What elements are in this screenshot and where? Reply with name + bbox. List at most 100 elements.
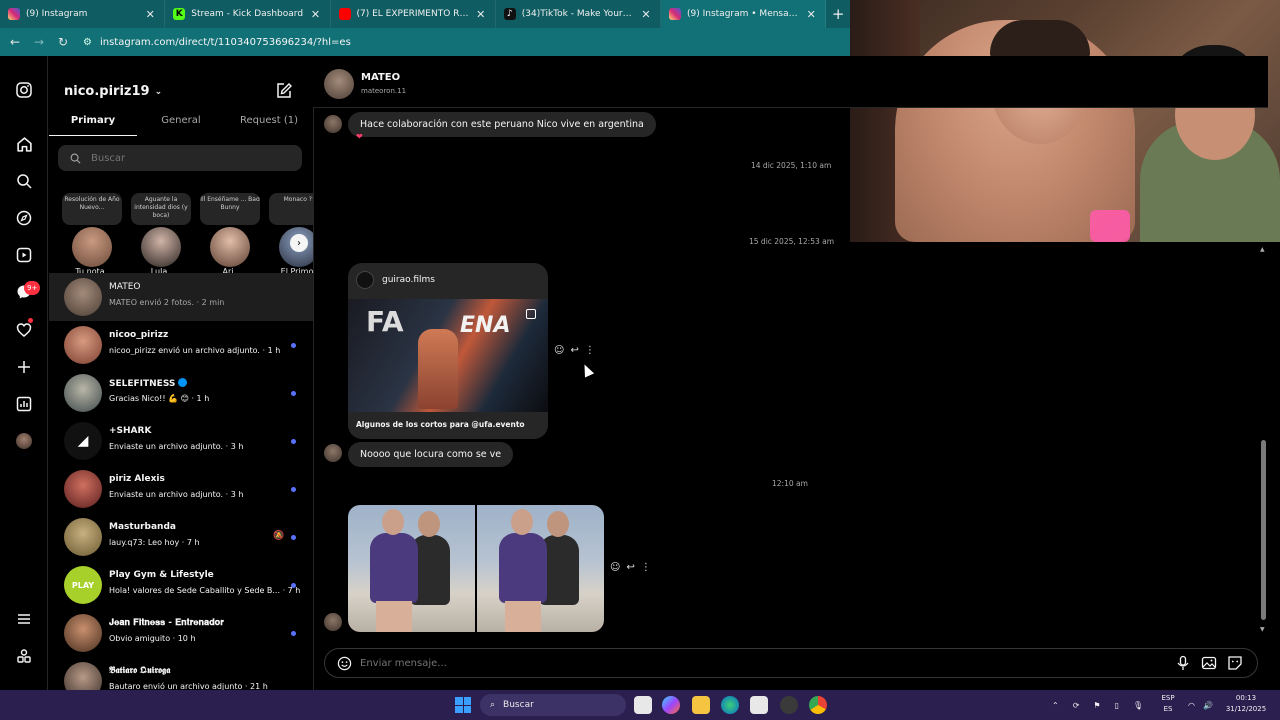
shared-post-media[interactable]: FA ENA xyxy=(348,299,548,412)
language-indicator[interactable]: ESP ES xyxy=(1158,693,1178,715)
url-field[interactable]: ⚙ instagram.com/direct/t/110340753696234… xyxy=(83,37,351,48)
message-bubble[interactable]: Noooo que locura como se ve xyxy=(348,442,514,467)
file-explorer-icon[interactable] xyxy=(692,696,710,714)
compose-message-icon[interactable] xyxy=(275,82,293,100)
close-tab-icon[interactable]: ✕ xyxy=(475,8,487,21)
message-input[interactable] xyxy=(360,657,1140,669)
conversation-item[interactable]: SELEFITNESS Gracias Nico!! 💪 😊 · 1 h xyxy=(49,369,313,417)
conversation-item[interactable]: piriz Alexis Enviaste un archivo adjunto… xyxy=(49,465,313,513)
reply-icon[interactable]: ↩ xyxy=(626,562,634,573)
windows-start-icon[interactable] xyxy=(455,697,471,713)
heart-reaction-icon[interactable]: ❤ xyxy=(356,132,363,141)
new-tab-button[interactable]: + xyxy=(826,0,850,28)
volume-icon[interactable]: 🔊 xyxy=(1203,701,1213,710)
emoji-icon[interactable] xyxy=(337,656,352,671)
create-icon[interactable] xyxy=(14,357,34,377)
sync-icon[interactable]: ⟳ xyxy=(1073,701,1080,710)
more-icon[interactable]: ⋮ xyxy=(585,345,595,356)
account-switcher[interactable]: nico.piriz19 ⌄ xyxy=(64,84,162,99)
close-tab-icon[interactable]: ✕ xyxy=(310,8,322,21)
scroll-up-arrow-icon[interactable]: ▲ xyxy=(1260,246,1265,253)
browser-tab-instagram-messages[interactable]: (9) Instagram • Mensajes ✕ xyxy=(661,0,827,28)
browser-tab-kick[interactable]: K Stream - Kick Dashboard ✕ xyxy=(165,0,331,28)
copilot-icon[interactable] xyxy=(662,696,680,714)
instagram-logo-icon[interactable] xyxy=(14,80,34,100)
usb-icon[interactable]: ▯ xyxy=(1115,701,1119,710)
conversation-preview: Obvio amiguito · 10 h xyxy=(109,634,196,643)
browser-tab-youtube[interactable]: (7) EL EXPERIMENTO RUSO GA… ✕ xyxy=(331,0,496,28)
tab-primary[interactable]: Primary xyxy=(49,112,137,136)
explore-icon[interactable] xyxy=(14,208,34,228)
tab-requests[interactable]: Request (1) xyxy=(225,112,313,136)
conversation-item[interactable]: ◢ +SHARK Enviaste un archivo adjunto. · … xyxy=(49,417,313,465)
close-tab-icon[interactable]: ✕ xyxy=(805,8,817,21)
taskbar-clock[interactable]: 00:13 31/12/2025 xyxy=(1218,693,1274,715)
photo-subject xyxy=(382,509,404,535)
threads-icon[interactable] xyxy=(14,646,34,666)
browser-tab-instagram[interactable]: (9) Instagram ✕ xyxy=(0,0,166,28)
store-icon[interactable] xyxy=(750,696,768,714)
tab-general[interactable]: General xyxy=(137,112,225,136)
task-view-icon[interactable] xyxy=(634,696,652,714)
reply-icon[interactable]: ↩ xyxy=(570,345,578,356)
more-icon[interactable]: ⋮ xyxy=(641,562,651,573)
wifi-icon[interactable]: ◠ xyxy=(1188,701,1195,710)
verified-badge-icon xyxy=(178,378,188,387)
shared-post-author[interactable]: guirao.films xyxy=(356,271,435,289)
conversation-item[interactable]: 𝐉𝐞𝐚𝐧 𝐅𝐢𝐭𝐧𝐞𝐬𝐬 - 𝐄𝐧𝐭𝐫𝐞𝐧𝐚𝐝𝐨𝐫 Obvio amiguito… xyxy=(49,609,313,657)
note-item[interactable]: Ill Enséñame ... Bad Bunny Ari xyxy=(196,191,260,276)
image-icon[interactable] xyxy=(1201,655,1217,671)
tab-label: (34)TikTok - Make Your Day xyxy=(521,9,634,19)
reels-icon[interactable] xyxy=(14,245,34,265)
photo-attachment[interactable] xyxy=(477,505,604,632)
photo-attachment[interactable] xyxy=(348,505,475,632)
emoji-icon[interactable]: ☺ xyxy=(610,562,620,573)
edge-icon[interactable] xyxy=(721,696,739,714)
search-input[interactable] xyxy=(91,152,281,164)
search-box[interactable] xyxy=(58,145,302,171)
chevron-up-icon[interactable]: ⌃ xyxy=(1052,701,1059,710)
reload-icon[interactable]: ↻ xyxy=(51,35,75,49)
message-bubble[interactable]: Hace colaboración con este peruano Nico … xyxy=(348,112,656,137)
note-item[interactable]: Monaco ?! El Primo xyxy=(265,191,313,276)
close-tab-icon[interactable]: ✕ xyxy=(640,8,652,21)
conversation-item[interactable]: MATEO MATEO envió 2 fotos. · 2 min xyxy=(49,273,313,321)
note-item[interactable]: Resolución de Año Nuevo... Tu nota xyxy=(58,191,122,276)
chat-scrollbar[interactable] xyxy=(1261,440,1266,620)
chat-title[interactable]: MATEO xyxy=(361,72,400,83)
note-avatar xyxy=(210,227,250,267)
obs-icon[interactable] xyxy=(780,696,798,714)
dashboard-icon[interactable] xyxy=(14,394,34,414)
microphone-icon[interactable] xyxy=(1175,655,1191,671)
unread-dot xyxy=(291,535,296,540)
kick-favicon-icon: K xyxy=(173,8,186,20)
chevron-right-icon[interactable]: › xyxy=(290,234,308,252)
app-tray-icon[interactable]: ⚑ xyxy=(1093,701,1100,710)
tab-label: (7) EL EXPERIMENTO RUSO GA… xyxy=(356,9,469,19)
play-gym-logo-avatar: PLAY xyxy=(64,566,102,604)
conversation-item[interactable]: PLAY Play Gym & Lifestyle Hola! valores … xyxy=(49,561,313,609)
forward-arrow-icon[interactable]: → xyxy=(27,35,51,49)
site-settings-icon[interactable]: ⚙ xyxy=(83,37,92,48)
heart-icon[interactable] xyxy=(14,318,34,340)
home-icon[interactable] xyxy=(14,134,34,154)
note-item[interactable]: Aguante la intensidad dios (y boca) Lula xyxy=(127,191,191,276)
shared-post-card[interactable]: guirao.films FA ENA Algunos de los corto… xyxy=(348,263,548,439)
microphone-icon[interactable]: 🎙 xyxy=(1133,701,1143,710)
sticker-icon[interactable] xyxy=(1227,655,1243,671)
conversation-item[interactable]: nicoo_pirizz nicoo_pirizz envió un archi… xyxy=(49,321,313,369)
scroll-down-arrow-icon[interactable]: ▼ xyxy=(1260,626,1265,633)
back-arrow-icon[interactable]: ← xyxy=(3,35,27,49)
emoji-icon[interactable]: ☺ xyxy=(554,345,564,356)
close-tab-icon[interactable]: ✕ xyxy=(144,8,156,21)
chrome-icon[interactable] xyxy=(809,696,827,714)
chat-avatar[interactable] xyxy=(324,69,354,99)
search-icon[interactable] xyxy=(14,171,34,191)
conversation-item[interactable]: Masturbanda lauy.q73: Leo hoy · 7 h 🔕 xyxy=(49,513,313,561)
browser-tab-tiktok[interactable]: ♪ (34)TikTok - Make Your Day ✕ xyxy=(496,0,661,28)
profile-avatar[interactable] xyxy=(14,431,34,451)
conversation-avatar xyxy=(64,326,102,364)
menu-icon[interactable] xyxy=(14,609,34,629)
taskbar-search[interactable]: ⌕ Buscar xyxy=(480,694,626,716)
conversation-item[interactable]: 𝕭𝖆𝖙𝖎𝖆𝖗𝖔 𝕼𝖚𝖎𝖗𝖔𝖌𝖆 Bautaro envió un archivo… xyxy=(49,657,313,690)
